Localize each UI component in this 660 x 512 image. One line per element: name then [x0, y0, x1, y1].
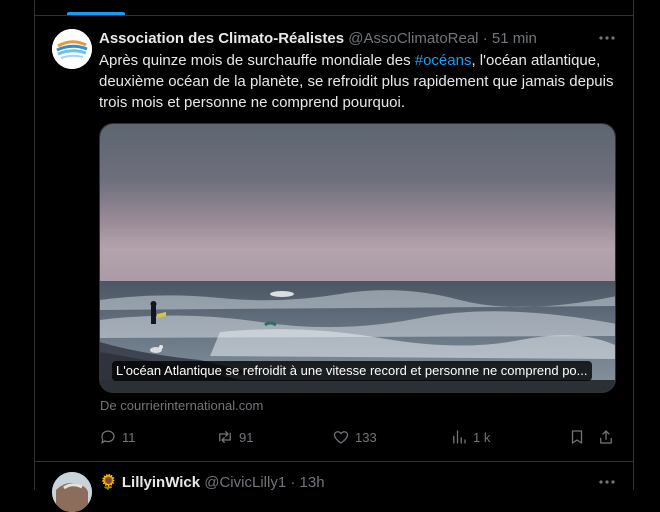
author-avatar-2[interactable] [52, 472, 92, 512]
author-name[interactable]: Association des Climato-Réalistes [99, 30, 344, 47]
tweet-timestamp-2[interactable]: 13h [300, 474, 325, 491]
reply-icon [101, 430, 115, 444]
author-name-2[interactable]: LillyinWick [122, 474, 200, 491]
author-handle-2[interactable]: @CivicLilly1 [204, 474, 286, 491]
bookmark-icon [571, 430, 583, 444]
author-avatar[interactable] [52, 29, 92, 69]
reply-button[interactable]: 11 [99, 426, 136, 448]
timeline-divider [34, 15, 634, 16]
share-button[interactable] [597, 426, 615, 448]
card-image [100, 124, 615, 392]
share-icon [600, 430, 612, 444]
card-source[interactable]: De courrierinternational.com [100, 398, 263, 413]
like-button[interactable]: 133 [332, 426, 377, 448]
tweet-timestamp[interactable]: 51 min [492, 30, 537, 47]
reply-count: 11 [122, 429, 136, 445]
header-separator: · [482, 30, 488, 47]
tweet-text: Après quinze mois de surchauffe mondiale… [99, 50, 619, 113]
tweet-divider [34, 461, 634, 462]
more-options-button-2[interactable] [597, 472, 617, 492]
author-handle[interactable]: @AssoClimatoReal [348, 30, 478, 47]
views-count: 1 k [473, 429, 491, 445]
link-card[interactable]: L'océan Atlantique se refroidit à une vi… [99, 123, 616, 393]
profile-photo-icon [52, 472, 92, 512]
repost-count: 91 [239, 429, 254, 445]
like-icon [333, 431, 349, 444]
tweet-text-part: Après quinze mois de surchauffe mondiale… [99, 52, 415, 69]
tweet-header-2: 🌻 LillyinWick @CivicLilly1 · 13h [99, 473, 325, 492]
card-title[interactable]: L'océan Atlantique se refroidit à une vi… [112, 361, 592, 381]
views-icon [453, 430, 466, 444]
more-icon [599, 480, 615, 484]
more-options-button[interactable] [597, 28, 617, 48]
timeline-left-border [34, 0, 35, 490]
hashtag-link[interactable]: #océans [415, 52, 472, 69]
header-separator-2: · [290, 474, 296, 491]
views-button[interactable]: 1 k [450, 426, 490, 448]
repost-icon [219, 431, 231, 443]
more-icon [599, 36, 615, 40]
timeline-right-border [633, 0, 634, 490]
repost-button[interactable]: 91 [216, 426, 253, 448]
bookmark-button[interactable] [568, 426, 586, 448]
association-logo-icon [52, 29, 92, 69]
like-count: 133 [355, 429, 377, 445]
sunflower-emoji-icon: 🌻 [99, 474, 118, 491]
tweet-header: Association des Climato-Réalistes @AssoC… [99, 29, 537, 48]
tweet-actions: 11 91 133 1 k [99, 426, 619, 448]
